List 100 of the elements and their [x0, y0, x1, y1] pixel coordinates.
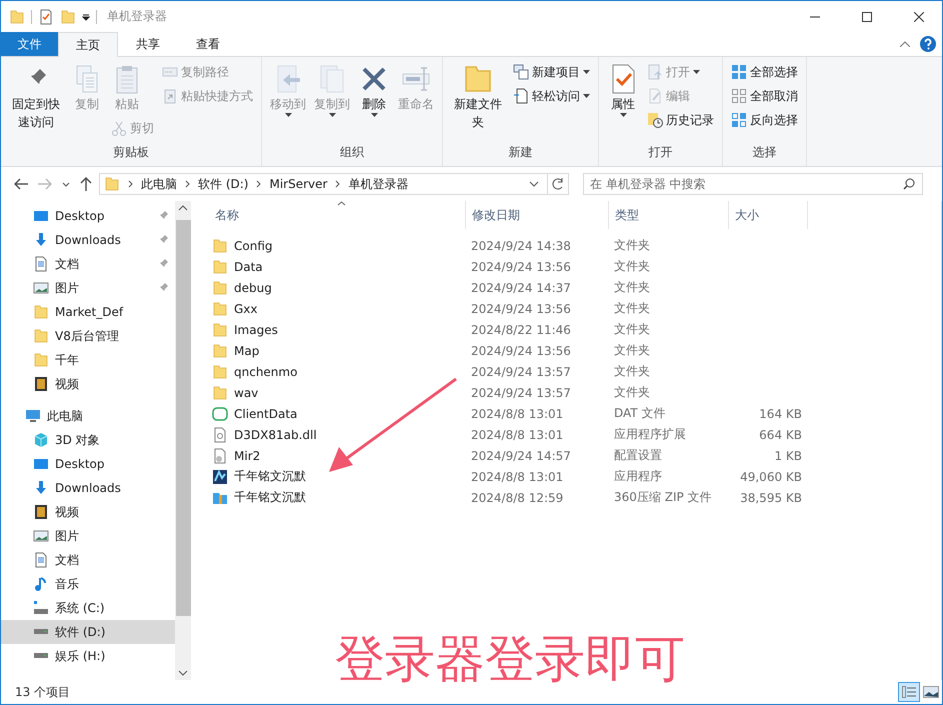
- modified-date: 2024/8/8 13:01: [470, 468, 564, 486]
- computer-icon: [25, 408, 41, 424]
- file-name[interactable]: D3DX81ab.dll: [209, 424, 465, 445]
- ribbon-button[interactable]: 全部取消: [729, 85, 800, 107]
- annotation-text: 登录器登录即可: [335, 629, 685, 689]
- nav-item[interactable]: Desktop: [1, 452, 175, 476]
- file-type: 文件夹: [613, 342, 651, 359]
- breadcrumb[interactable]: 单机登录器: [348, 176, 408, 192]
- details-view-button[interactable]: [898, 682, 920, 702]
- nav-item[interactable]: 千年: [1, 348, 175, 372]
- modified-date: 2024/9/24 14:37: [470, 280, 572, 296]
- file-name[interactable]: 千年铭文沉默: [209, 487, 465, 508]
- caret-icon: [284, 113, 292, 117]
- folder-icon: [60, 8, 76, 24]
- nav-item[interactable]: 视频: [1, 372, 175, 396]
- chevron-icon: [335, 180, 340, 188]
- music-note-icon: [33, 576, 49, 592]
- nav-item[interactable]: Downloads: [1, 228, 175, 252]
- search-icon: [903, 178, 915, 190]
- file-size: 1 KB: [773, 448, 803, 464]
- back-button[interactable]: [11, 176, 31, 192]
- ribbon-button[interactable]: 固定到快速访问: [7, 61, 65, 133]
- modified-date: 2024/8/8 12:59: [470, 490, 564, 506]
- column-header[interactable]: 修改日期: [465, 201, 608, 229]
- file-name[interactable]: wav: [209, 382, 465, 403]
- nav-item[interactable]: 音乐: [1, 572, 175, 596]
- search-field[interactable]: 在 单机登录器 中搜索: [583, 173, 923, 195]
- picture-icon: [923, 686, 939, 698]
- ribbon-button[interactable]: 新建项目: [511, 61, 592, 83]
- ribbon-tab[interactable]: 查看: [178, 32, 238, 56]
- collapse-ribbon-icon: [900, 41, 910, 47]
- nav-item[interactable]: 文档: [1, 548, 175, 572]
- modified-date: 2024/9/24 13:56: [470, 300, 572, 318]
- nav-item[interactable]: 软件 (D:): [1, 620, 175, 644]
- file-name[interactable]: Images: [209, 319, 465, 340]
- edit-icon: [647, 88, 663, 104]
- ribbon-button[interactable]: 全部选择: [729, 61, 800, 83]
- breadcrumb[interactable]: MirServer: [269, 177, 328, 191]
- nav-item[interactable]: 文档: [1, 252, 175, 276]
- ribbon-button[interactable]: 删除: [356, 61, 392, 119]
- minimize-icon: [810, 16, 820, 18]
- folder-icon: [212, 384, 228, 400]
- drive-icon: [33, 629, 49, 635]
- drive-icon: [33, 653, 49, 659]
- nav-item[interactable]: Desktop: [1, 204, 175, 228]
- nav-item[interactable]: 系统 (C:): [1, 596, 175, 620]
- file-name[interactable]: Data: [209, 256, 465, 277]
- column-header[interactable]: 类型: [608, 201, 728, 229]
- ribbon-tab[interactable]: 共享: [118, 32, 178, 56]
- column-header[interactable]: 大小: [728, 201, 808, 229]
- ribbon-button[interactable]: 新建文件夹: [449, 61, 507, 133]
- file-name[interactable]: qnchenmo: [209, 361, 465, 382]
- file-name[interactable]: 千年铭文沉默: [209, 466, 465, 487]
- sort-ascending-icon: [337, 201, 346, 206]
- file-type: 文件夹: [613, 384, 651, 401]
- ribbon-button[interactable]: 历史记录: [645, 109, 716, 131]
- file-name[interactable]: Mir2: [209, 445, 465, 466]
- nav-item[interactable]: Downloads: [1, 476, 175, 500]
- file-name[interactable]: Map: [209, 340, 465, 361]
- file-tab[interactable]: 文件: [1, 32, 58, 56]
- document-icon: [33, 256, 49, 272]
- nav-item[interactable]: 此电脑: [1, 404, 175, 428]
- file-name[interactable]: Config: [209, 235, 465, 256]
- folder-icon: [212, 322, 228, 338]
- nav-item[interactable]: Market_Def: [1, 300, 175, 324]
- nav-item[interactable]: 视频: [1, 500, 175, 524]
- file-name[interactable]: ClientData: [209, 403, 465, 424]
- modified-date: 2024/9/24 13:57: [470, 364, 572, 380]
- invert-selection-icon: [731, 112, 747, 128]
- ribbon-button[interactable]: 属性: [605, 61, 641, 119]
- folder-icon: [212, 364, 228, 380]
- file-name[interactable]: debug: [209, 277, 465, 298]
- nav-item[interactable]: 图片: [1, 524, 175, 548]
- nav-item[interactable]: 娱乐 (H:): [1, 644, 175, 668]
- address-bar[interactable]: 此电脑 软件 (D:) MirServer 单机登录器: [99, 173, 569, 195]
- scrollbar-thumb[interactable]: [176, 220, 190, 616]
- breadcrumb[interactable]: 软件 (D:): [198, 176, 248, 192]
- modified-date: 2024/9/24 14:57: [470, 448, 572, 464]
- nav-item[interactable]: 图片: [1, 276, 175, 300]
- file-name[interactable]: Gxx: [209, 298, 465, 319]
- ribbon-button[interactable]: 反向选择: [729, 109, 800, 131]
- file-type: 应用程序: [613, 468, 663, 485]
- app-icon: [212, 468, 228, 484]
- nav-item[interactable]: V8后台管理: [1, 324, 175, 348]
- scrollbar[interactable]: [175, 201, 191, 680]
- modified-date: 2024/9/24 13:57: [470, 384, 572, 402]
- caret-icon: [620, 113, 626, 117]
- ribbon-tab[interactable]: 主页: [58, 32, 118, 57]
- chevron-down-icon: [62, 182, 70, 186]
- ribbon-button[interactable]: 轻松访问: [511, 85, 592, 107]
- file-type: 文件夹: [613, 237, 651, 254]
- caret-icon: [370, 113, 378, 117]
- desktop-icon: [33, 456, 49, 472]
- folder-icon: [9, 8, 25, 24]
- caret-icon: [328, 113, 336, 117]
- nav-item[interactable]: 3D 对象: [1, 428, 175, 452]
- column-header[interactable]: 名称: [209, 201, 465, 229]
- file-size: 664 KB: [758, 426, 803, 444]
- breadcrumb[interactable]: 此电脑: [141, 176, 177, 192]
- scissors-icon: [111, 120, 127, 136]
